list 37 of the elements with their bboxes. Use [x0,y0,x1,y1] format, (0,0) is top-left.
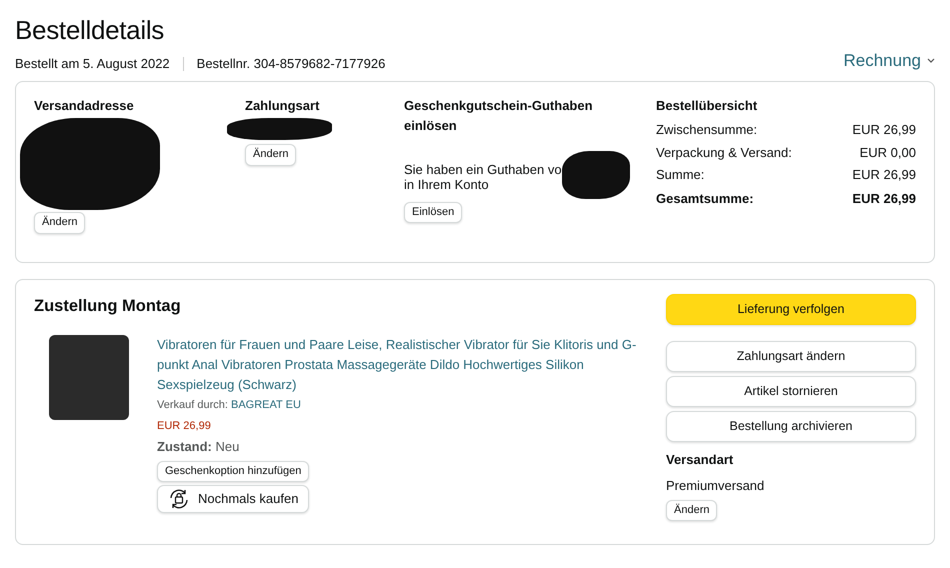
shipping-method-text: Premiumversand [666,477,764,496]
summary-label: Zwischensumme: [656,121,758,140]
summary-value: EUR 26,99 [852,190,916,208]
change-button[interactable]: Ändern [34,212,86,234]
item-price: EUR 26,99 [157,418,211,434]
section-heading: Versandadresse [34,97,134,116]
page-title: Bestelldetails [15,14,165,47]
track-delivery-button[interactable]: Lieferung verfolgen [666,294,916,326]
change-button[interactable]: Ändern [245,144,296,166]
summary-value: EUR 26,99 [852,166,916,184]
action-button[interactable]: Artikel stornieren [666,376,916,408]
section-heading: Zahlungsart [245,97,320,116]
order-meta-text: Bestellt am 5. August 2022 [15,54,170,73]
summary-label: Summe: [656,166,704,184]
buy-again-button[interactable]: Nochmals kaufen [157,485,310,514]
product-title-link[interactable]: Vibratoren für Frauen und Paare Leise, Realistischer Vibrator für Sie Klitoris und G-punkt Anal Vibratoren Prostata Massagegeräte Dildo Hochwertiges Silikon Sexspielzeug (Schwarz) [157,335,647,396]
item-condition: Zustand: Neu [157,438,240,456]
summary-label: Gesamtsumme: [656,190,754,208]
chevron-down-icon [927,58,935,64]
section-heading: Geschenkgutschein-Guthaben einlösen [404,97,594,136]
invoice-link[interactable]: Rechnung [843,48,935,74]
action-button[interactable]: Bestellung archivieren [666,411,916,442]
seller-link[interactable]: BAGREAT EU [231,399,301,412]
redaction-scribble [562,150,630,199]
summary-value: EUR 26,99 [852,121,916,140]
shipment-heading: Zustellung Montag [34,296,182,318]
redeem-button[interactable]: Einlösen [404,202,462,224]
buy-again-icon [168,489,190,510]
section-heading: Versandart [666,451,734,470]
section-heading: Bestellübersicht [656,97,758,116]
summary-value: EUR 0,00 [860,144,916,162]
change-button[interactable]: Ändern [666,500,718,522]
gift-option-button[interactable]: Geschenkoption hinzufügen [157,460,310,482]
action-button[interactable]: Zahlungsart ändern [666,341,916,372]
order-meta-text: Bestellnr. 304-8579682-7177926 [196,54,386,73]
seller-label: Verkauf durch: [157,399,228,412]
summary-label: Verpackung & Versand: [656,144,792,162]
